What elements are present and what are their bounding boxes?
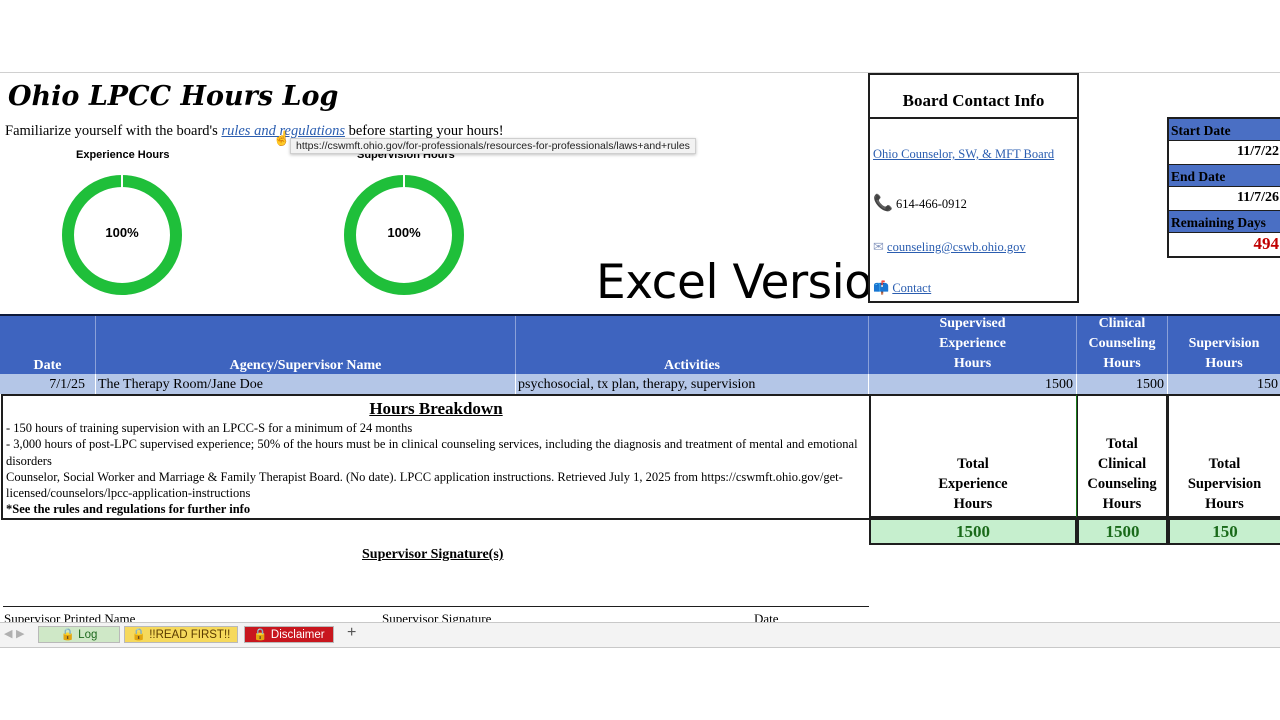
contact-link[interactable]: Contact bbox=[892, 281, 931, 295]
sheet-title: Ohio LPCC Hours Log bbox=[8, 81, 339, 112]
breakdown-text: - 150 hours of training supervision with… bbox=[6, 420, 864, 518]
total-supervision-value[interactable]: 150 bbox=[1168, 518, 1280, 545]
email-line: ✉ counseling@cswb.ohio.gov bbox=[873, 239, 1026, 255]
row-agency[interactable]: The Therapy Room/Jane Doe bbox=[96, 374, 516, 394]
header-supervised-hours[interactable]: Supervised Experience Hours bbox=[869, 316, 1077, 376]
board-link-line: Ohio Counselor, SW, & MFT Board bbox=[873, 147, 1054, 162]
board-link[interactable]: Ohio Counselor, SW, & MFT Board bbox=[873, 147, 1054, 161]
board-contact-box: Board Contact Info Ohio Counselor, SW, &… bbox=[868, 73, 1079, 303]
link-tooltip: https://cswmft.ohio.gov/for-professional… bbox=[290, 138, 696, 154]
tab-nav-next-icon[interactable]: ▶ bbox=[16, 627, 24, 640]
lock-icon: 🔒 bbox=[253, 629, 268, 641]
header-supervision-hours[interactable]: Supervision Hours bbox=[1168, 316, 1280, 376]
start-date-value[interactable]: 11/7/22 bbox=[1169, 141, 1280, 165]
total-experience-value[interactable]: 1500 bbox=[869, 518, 1077, 545]
header-agency[interactable]: Agency/Supervisor Name bbox=[96, 316, 516, 376]
contact-line: 📫 Contact bbox=[873, 280, 931, 296]
total-experience-label: Total Experience Hours bbox=[869, 394, 1077, 518]
breakdown-line: Counselor, Social Worker and Marriage & … bbox=[6, 469, 843, 501]
lock-icon: 🔒 bbox=[131, 629, 146, 641]
tab-read-first[interactable]: 🔒 !!READ FIRST!! bbox=[124, 626, 238, 643]
add-sheet-button[interactable]: + bbox=[347, 624, 356, 642]
row-activities[interactable]: psychosocial, tx plan, therapy, supervis… bbox=[516, 374, 869, 394]
remaining-days-value[interactable]: 494 bbox=[1169, 233, 1280, 256]
breakdown-note: *See the rules and regulations for furth… bbox=[6, 502, 251, 517]
header-clinical-hours[interactable]: Clinical Counseling Hours bbox=[1077, 316, 1168, 376]
row-date[interactable]: 7/1/25 bbox=[0, 374, 96, 394]
contact-heading: Board Contact Info bbox=[870, 75, 1077, 119]
end-date-label: End Date bbox=[1169, 165, 1280, 187]
spreadsheet-canvas: Ohio LPCC Hours Log Familiarize yourself… bbox=[0, 72, 1280, 649]
date-panel: Start Date 11/7/22 End Date 11/7/26 Rema… bbox=[1167, 117, 1280, 258]
mailbox-icon: 📫 bbox=[873, 280, 890, 295]
email-icon: ✉ bbox=[873, 239, 884, 254]
total-clinical-value[interactable]: 1500 bbox=[1077, 518, 1168, 545]
table-row: 7/1/25 The Therapy Room/Jane Doe psychos… bbox=[0, 374, 1280, 394]
breakdown-title: Hours Breakdown bbox=[369, 399, 503, 418]
start-date-label: Start Date bbox=[1169, 119, 1280, 141]
tab-nav-prev-icon[interactable]: ◀ bbox=[4, 627, 12, 640]
breakdown-line: - 3,000 hours of post-LPC supervised exp… bbox=[6, 437, 858, 468]
breakdown-line: - 150 hours of training supervision with… bbox=[6, 421, 413, 435]
end-date-value[interactable]: 11/7/26 bbox=[1169, 187, 1280, 211]
total-supervision-label: Total Supervision Hours bbox=[1168, 394, 1280, 518]
header-activities[interactable]: Activities bbox=[516, 316, 869, 376]
hand-cursor-icon: ☝ bbox=[273, 132, 291, 147]
table-header: Date Agency/Supervisor Name Activities S… bbox=[0, 314, 1280, 376]
intro-before: Familiarize yourself with the board's bbox=[5, 123, 222, 139]
row-clinical-hours[interactable]: 1500 bbox=[1077, 374, 1168, 394]
experience-gauge-percent: 100% bbox=[105, 225, 139, 240]
total-clinical-label: Total Clinical Counseling Hours bbox=[1077, 394, 1168, 518]
sheet-tab-bar: ◀ ▶ 🔒 Log 🔒 !!READ FIRST!! 🔒 Disclaimer … bbox=[0, 622, 1280, 648]
lock-icon: 🔒 bbox=[60, 629, 75, 641]
hours-breakdown: Hours Breakdown - 150 hours of training … bbox=[1, 394, 871, 520]
phone-icon: 📞 bbox=[873, 195, 893, 212]
phone-line: 📞 614-466-0912 bbox=[873, 193, 967, 213]
intro-after: before starting your hours! bbox=[344, 123, 504, 139]
remaining-days-label: Remaining Days bbox=[1169, 211, 1280, 233]
row-supervised-hours[interactable]: 1500 bbox=[869, 374, 1077, 394]
header-date[interactable]: Date bbox=[0, 316, 96, 376]
signature-line bbox=[3, 606, 869, 607]
phone-number: 614-466-0912 bbox=[896, 197, 967, 211]
row-supervision-hours[interactable]: 150 bbox=[1168, 374, 1280, 394]
tab-log[interactable]: 🔒 Log bbox=[38, 626, 120, 643]
excel-version-label: Excel Version bbox=[596, 255, 902, 310]
tab-disclaimer[interactable]: 🔒 Disclaimer bbox=[244, 626, 334, 643]
email-link[interactable]: counseling@cswb.ohio.gov bbox=[887, 240, 1026, 254]
experience-gauge-label: Experience Hours bbox=[76, 149, 170, 161]
supervision-gauge-percent: 100% bbox=[387, 225, 421, 240]
signature-title: Supervisor Signature(s) bbox=[362, 547, 504, 562]
